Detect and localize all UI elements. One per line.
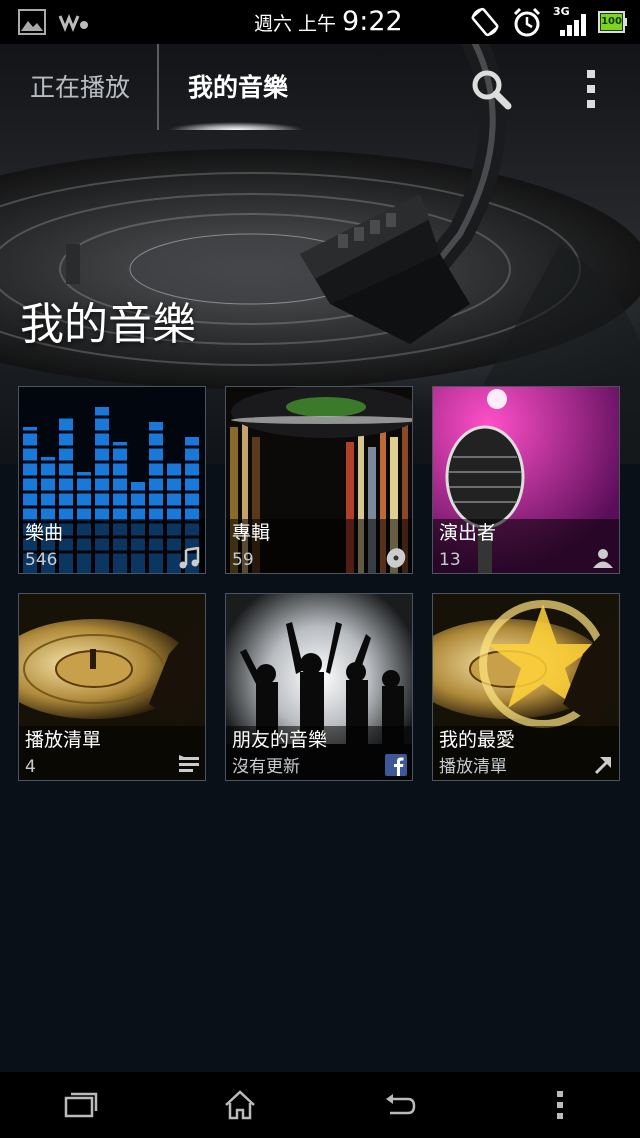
- signal-icon: [560, 14, 586, 36]
- back-icon[interactable]: [380, 1085, 420, 1125]
- gallery-icon: [18, 9, 46, 35]
- facebook-icon: [385, 754, 407, 776]
- tile-subtitle: 播放清單: [439, 757, 507, 777]
- tile-playlists[interactable]: 播放清單 4: [18, 593, 206, 781]
- walkman-icon: [58, 13, 88, 32]
- tab-my-music[interactable]: 我的音樂: [188, 44, 288, 132]
- active-tab-indicator: [168, 122, 304, 130]
- tile-title: 樂曲: [25, 522, 64, 544]
- battery-level: 100: [601, 16, 622, 27]
- tab-now-playing[interactable]: 正在播放: [30, 44, 130, 132]
- tile-title: 專輯: [232, 522, 271, 544]
- music-note-icon: [179, 547, 200, 569]
- status-bar: 週六 上午 9:22 3G 100: [0, 0, 640, 44]
- page-title: 我的音樂: [20, 299, 196, 350]
- tile-title: 播放清單: [25, 729, 102, 751]
- tile-title: 朋友的音樂: [232, 729, 328, 751]
- tile-friends-music[interactable]: 朋友的音樂 沒有更新: [225, 593, 413, 781]
- system-nav-bar: [0, 1072, 640, 1138]
- tile-artists[interactable]: 演出者 13: [432, 386, 620, 574]
- search-icon[interactable]: [468, 66, 514, 112]
- tile-favourites[interactable]: 我的最愛 播放清單: [432, 593, 620, 781]
- person-icon: [593, 549, 613, 568]
- tile-title: 演出者: [439, 522, 497, 544]
- screen-rotate-icon: [471, 7, 499, 37]
- tile-status: 沒有更新: [232, 757, 300, 777]
- playlist-icon: [179, 755, 199, 772]
- disc-icon: [386, 548, 406, 568]
- alarm-icon: [513, 7, 541, 37]
- clock: 週六 上午 9:22: [254, 6, 403, 38]
- tile-count: 4: [25, 757, 36, 777]
- recent-apps-icon[interactable]: [60, 1085, 100, 1125]
- tile-songs[interactable]: 樂曲 546: [18, 386, 206, 574]
- tile-albums[interactable]: 專輯 59: [225, 386, 413, 574]
- shortcut-arrow-icon: [594, 757, 611, 775]
- time-label: 9:22: [342, 6, 403, 37]
- overflow-menu-icon[interactable]: [576, 66, 606, 112]
- tile-count: 13: [439, 550, 461, 570]
- date-label: 週六 上午: [254, 13, 337, 35]
- top-tab-bar: 正在播放 我的音樂: [0, 44, 640, 132]
- tile-count: 546: [25, 550, 58, 570]
- battery-icon: 100: [598, 11, 628, 33]
- menu-icon[interactable]: [540, 1085, 580, 1125]
- tile-count: 59: [232, 550, 254, 570]
- home-icon[interactable]: [220, 1085, 260, 1125]
- tab-divider: [157, 44, 159, 130]
- tile-title: 我的最愛: [439, 729, 516, 751]
